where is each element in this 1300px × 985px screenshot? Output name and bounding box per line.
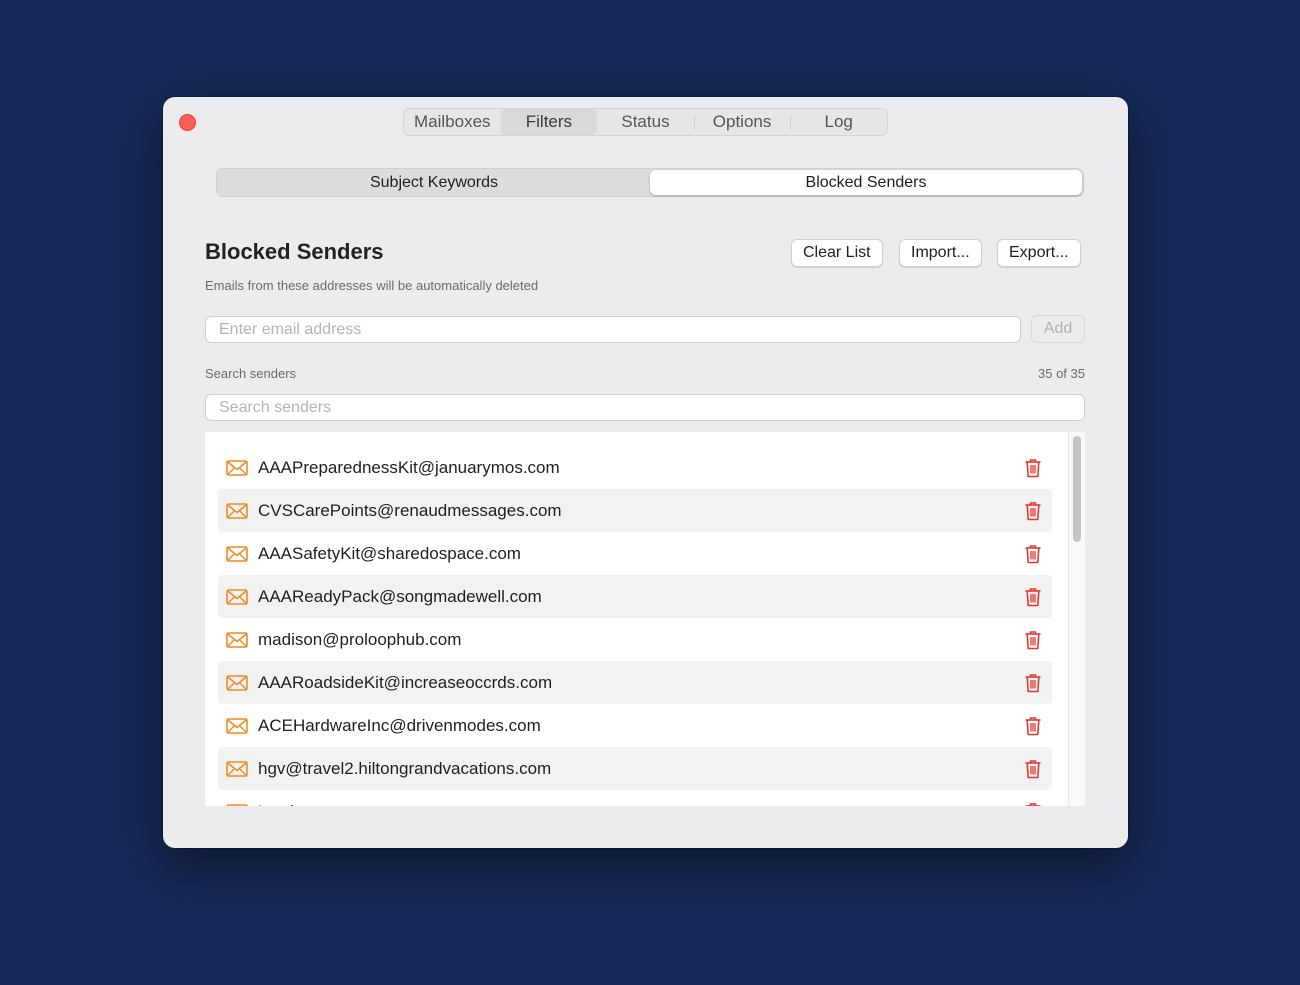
sender-row[interactable]: Inspire... <box>218 790 1052 806</box>
trash-icon[interactable] <box>1024 716 1042 736</box>
envelope-icon <box>226 760 248 777</box>
sender-row[interactable]: ACEHardwareInc@drivenmodes.com <box>218 704 1052 747</box>
sender-count: 35 of 35 <box>1038 366 1085 381</box>
sender-email: AAARoadsideKit@increaseoccrds.com <box>258 672 553 692</box>
tab-status[interactable]: Status <box>597 109 694 135</box>
envelope-icon <box>226 674 248 691</box>
trash-icon[interactable] <box>1024 587 1042 607</box>
sender-row[interactable]: AAAReadyPack@songmadewell.com <box>218 575 1052 618</box>
envelope-icon <box>226 631 248 648</box>
sender-row[interactable]: hgv@travel2.hiltongrandvacations.com <box>218 747 1052 790</box>
scrollbar[interactable] <box>1068 432 1085 806</box>
segment-subject-keywords[interactable]: Subject Keywords <box>218 170 650 195</box>
sender-email: Inspire... <box>258 802 1024 807</box>
search-label: Search senders <box>205 366 297 381</box>
export-button[interactable]: Export... <box>997 239 1081 267</box>
app-window: Mailboxes Filters Status Options Log Sub… <box>163 97 1128 848</box>
clear-list-button[interactable]: Clear List <box>791 239 883 267</box>
envelope-icon <box>226 502 248 519</box>
trash-icon[interactable] <box>1024 458 1042 478</box>
sender-row[interactable]: madison@proloophub.com <box>218 618 1052 661</box>
email-address-input[interactable] <box>205 316 1021 343</box>
sender-row[interactable]: AAAPreparednessKit@januarymos.com <box>218 446 1052 489</box>
trash-icon[interactable] <box>1024 544 1042 564</box>
segment-blocked-senders[interactable]: Blocked Senders <box>650 170 1082 195</box>
sender-email: AAASafetyKit@sharedospace.com <box>258 543 521 563</box>
scrollbar-thumb[interactable] <box>1073 436 1081 542</box>
sender-row[interactable]: AAASafetyKit@sharedospace.com <box>218 532 1052 575</box>
section-title: Blocked Senders <box>205 239 384 264</box>
add-sender-button[interactable]: Add <box>1031 315 1085 343</box>
sender-email: hgv@travel2.hiltongrandvacations.com <box>258 758 552 778</box>
sender-row[interactable]: CVSCarePoints@renaudmessages.com <box>218 489 1052 532</box>
envelope-icon <box>226 459 248 476</box>
blocked-senders-list: AAAPreparednessKit@januarymos.com CVSCare… <box>205 432 1085 806</box>
trash-icon[interactable] <box>1024 802 1042 807</box>
tab-options[interactable]: Options <box>693 109 791 135</box>
sender-row[interactable]: AAARoadsideKit@increaseoccrds.com <box>218 661 1052 704</box>
trash-icon[interactable] <box>1024 759 1042 779</box>
tab-mailboxes[interactable]: Mailboxes <box>404 109 501 135</box>
trash-icon[interactable] <box>1024 673 1042 693</box>
sender-email: AAAReadyPack@songmadewell.com <box>258 586 542 606</box>
sender-email: AAAPreparednessKit@januarymos.com <box>258 457 560 477</box>
sender-email: CVSCarePoints@renaudmessages.com <box>258 500 562 520</box>
import-button[interactable]: Import... <box>899 239 982 267</box>
envelope-icon <box>226 588 248 605</box>
trash-icon[interactable] <box>1024 630 1042 650</box>
close-window-button[interactable] <box>179 114 196 131</box>
sender-email: madison@proloophub.com <box>258 629 462 649</box>
envelope-icon <box>226 717 248 734</box>
search-senders-input[interactable] <box>205 394 1085 421</box>
envelope-icon <box>226 803 248 806</box>
filter-type-segmented-control: Subject Keywords Blocked Senders <box>216 168 1084 197</box>
trash-icon[interactable] <box>1024 501 1042 521</box>
tab-log[interactable]: Log <box>790 109 887 135</box>
tab-filters[interactable]: Filters <box>500 109 598 135</box>
sender-rows: AAAPreparednessKit@januarymos.com CVSCare… <box>218 446 1052 806</box>
sender-email: ACEHardwareInc@drivenmodes.com <box>258 715 541 735</box>
main-tab-bar: Mailboxes Filters Status Options Log <box>403 108 888 136</box>
envelope-icon <box>226 545 248 562</box>
section-subtitle: Emails from these addresses will be auto… <box>205 278 539 293</box>
